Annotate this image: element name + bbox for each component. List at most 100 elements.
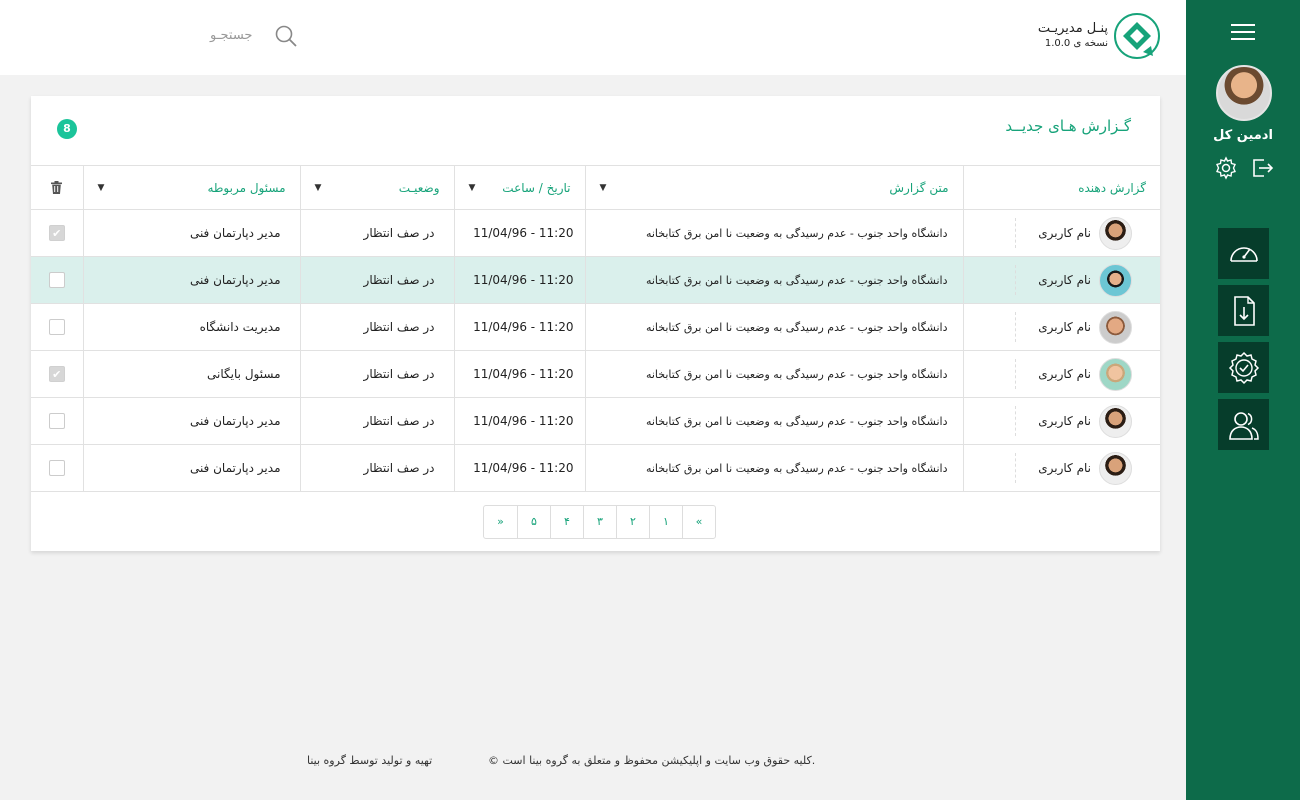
sidebar: ادمین کل [1186, 0, 1300, 800]
owner-cell: مسئول بایگانی [82, 350, 300, 398]
chevron-down-icon[interactable]: ▼ [600, 183, 607, 193]
download-file-icon [1233, 295, 1255, 326]
chevron-down-icon[interactable]: ▼ [98, 183, 105, 193]
row-checkbox[interactable]: ✔ [48, 366, 65, 382]
user-avatar [1099, 357, 1132, 391]
side-nav [1218, 228, 1269, 456]
report-text-cell[interactable]: دانشگاه واحد جنوب - عدم رسیدگی به وضعیت … [584, 350, 963, 398]
page-4[interactable]: ۴ [550, 506, 583, 538]
reports-count-badge: 8 [57, 119, 77, 139]
reporter-cell: نام کاربری [962, 209, 1160, 257]
row-checkbox[interactable] [48, 460, 65, 476]
table-row[interactable]: مدیریت دانشگاه در صف انتظار 11/04/96 - 11:… [31, 303, 1160, 351]
status-cell: در صف انتظار [299, 444, 454, 492]
owner-column-header[interactable]: ▼ مسئول مربوطه [82, 165, 300, 210]
row-select-cell: ✔ [31, 209, 83, 257]
page-last[interactable]: » [484, 506, 517, 538]
table-row[interactable]: مدیر دپارتمان فنی در صف انتظار 11/04/96 - … [31, 397, 1160, 445]
nav-users[interactable] [1218, 399, 1269, 450]
page-1[interactable]: ۱ [649, 506, 682, 538]
dashboard-gauge-icon [1229, 246, 1258, 262]
reports-card: 8 گـزارش هـای جدیــد ▼ مسئول مربوطه ▼ وض… [31, 96, 1160, 551]
reporter-username[interactable]: نام کاربری [1038, 320, 1091, 334]
chevron-down-icon[interactable]: ▼ [315, 183, 322, 193]
nav-approval[interactable] [1218, 342, 1269, 393]
reporter-username[interactable]: نام کاربری [1038, 414, 1091, 428]
report-text-cell[interactable]: دانشگاه واحد جنوب - عدم رسیدگی به وضعیت … [584, 397, 963, 445]
report-text-cell[interactable]: دانشگاه واحد جنوب - عدم رسیدگی به وضعیت … [584, 209, 963, 257]
admin-name: ادمین کل [1213, 128, 1273, 143]
row-select-cell [31, 256, 83, 304]
owner-cell: مدیر دپارتمان فنی [82, 397, 300, 445]
datetime-column-header[interactable]: ▼ تاریخ / ساعت [453, 165, 585, 210]
row-checkbox[interactable] [48, 413, 65, 429]
datetime-cell: 11/04/96 - 11:20 [453, 397, 585, 445]
footer-copyright: © کلیه حقوق وب سایت و اپلیکیشن محفوظ و م… [488, 754, 816, 767]
report-text-cell[interactable]: دانشگاه واحد جنوب - عدم رسیدگی به وضعیت … [584, 256, 963, 304]
nav-dashboard[interactable] [1218, 228, 1269, 279]
trash-icon[interactable] [51, 181, 63, 194]
status-cell: در صف انتظار [299, 303, 454, 351]
row-select-cell [31, 303, 83, 351]
table-row[interactable]: مدیر دپارتمان فنی در صف انتظار 11/04/96 - … [31, 256, 1160, 304]
row-checkbox[interactable]: ✔ [48, 225, 65, 241]
owner-cell: مدیر دپارتمان فنی [82, 444, 300, 492]
table-body: ✔ مدیر دپارتمان فنی در صف انتظار 11/04/96 -… [31, 209, 1160, 492]
reporter-cell: نام کاربری [962, 444, 1160, 492]
reporter-username[interactable]: نام کاربری [1038, 273, 1091, 287]
users-icon [1228, 411, 1259, 440]
chevron-down-icon[interactable]: ▼ [469, 183, 476, 193]
top-header: جستجـو پنـل مدیریـت نسخه ی 1.0.0 [0, 0, 1186, 75]
reporter-column-header[interactable]: گزارش دهنده [962, 165, 1160, 210]
reporter-column-label: گزارش دهنده [1078, 180, 1146, 195]
datetime-cell: 11/04/96 - 11:20 [453, 350, 585, 398]
page-5[interactable]: ۵ [517, 506, 550, 538]
status-cell: در صف انتظار [299, 397, 454, 445]
panel-title: پنـل مدیریـت [1037, 21, 1108, 36]
status-column-header[interactable]: ▼ وضعیـت [299, 165, 454, 210]
pagination: » ۵ ۴ ۳ ۲ ۱ « [483, 505, 716, 539]
search-input[interactable]: جستجـو [210, 28, 252, 43]
search-icon[interactable] [274, 24, 298, 48]
reporter-cell: نام کاربری [962, 303, 1160, 351]
owner-column-label: مسئول مربوطه [207, 180, 286, 195]
row-checkbox[interactable] [48, 319, 65, 335]
report-text-cell[interactable]: دانشگاه واحد جنوب - عدم رسیدگی به وضعیت … [584, 303, 963, 351]
owner-cell: مدیر دپارتمان فنی [82, 256, 300, 304]
datetime-cell: 11/04/96 - 11:20 [453, 209, 585, 257]
text-column-header[interactable]: ▼ متن گزارش [584, 165, 963, 210]
table-header-row: ▼ مسئول مربوطه ▼ وضعیـت ▼ تاریخ / ساعت ▼ متن… [31, 165, 1160, 210]
table-row[interactable]: ✔ مسئول بایگانی در صف انتظار 11/04/96 - 11:… [31, 350, 1160, 398]
user-avatar [1099, 451, 1132, 485]
reporter-username[interactable]: نام کاربری [1038, 226, 1091, 240]
user-avatar [1099, 263, 1132, 297]
text-column-label: متن گزارش [889, 180, 949, 195]
nav-download[interactable] [1218, 285, 1269, 336]
row-select-cell [31, 397, 83, 445]
reporter-cell: نام کاربری [962, 350, 1160, 398]
owner-cell: مدیریت دانشگاه [82, 303, 300, 351]
row-select-cell [31, 444, 83, 492]
badge-check-icon [1228, 351, 1259, 384]
datetime-column-label: تاریخ / ساعت [502, 180, 571, 195]
page-first[interactable]: « [682, 506, 715, 538]
status-cell: در صف انتظار [299, 350, 454, 398]
reporter-username[interactable]: نام کاربری [1038, 461, 1091, 475]
search-box[interactable]: جستجـو [210, 24, 300, 48]
table-row[interactable]: ✔ مدیر دپارتمان فنی در صف انتظار 11/04/96 -… [31, 209, 1160, 257]
report-text-cell[interactable]: دانشگاه واحد جنوب - عدم رسیدگی به وضعیت … [584, 444, 963, 492]
reports-table: ▼ مسئول مربوطه ▼ وضعیـت ▼ تاریخ / ساعت ▼ متن… [31, 165, 1160, 492]
check-icon: ✔ [52, 226, 62, 240]
card-title: گـزارش هـای جدیــد [1005, 117, 1131, 135]
user-avatar [1099, 216, 1132, 250]
logo-icon [1114, 13, 1160, 59]
gear-icon[interactable] [1214, 156, 1238, 180]
logout-icon[interactable] [1250, 156, 1274, 180]
page-2[interactable]: ۲ [616, 506, 649, 538]
menu-icon[interactable] [1231, 24, 1255, 42]
page-3[interactable]: ۳ [583, 506, 616, 538]
row-checkbox[interactable] [48, 272, 65, 288]
admin-avatar[interactable] [1216, 65, 1272, 121]
reporter-username[interactable]: نام کاربری [1038, 367, 1091, 381]
table-row[interactable]: مدیر دپارتمان فنی در صف انتظار 11/04/96 - … [31, 444, 1160, 492]
